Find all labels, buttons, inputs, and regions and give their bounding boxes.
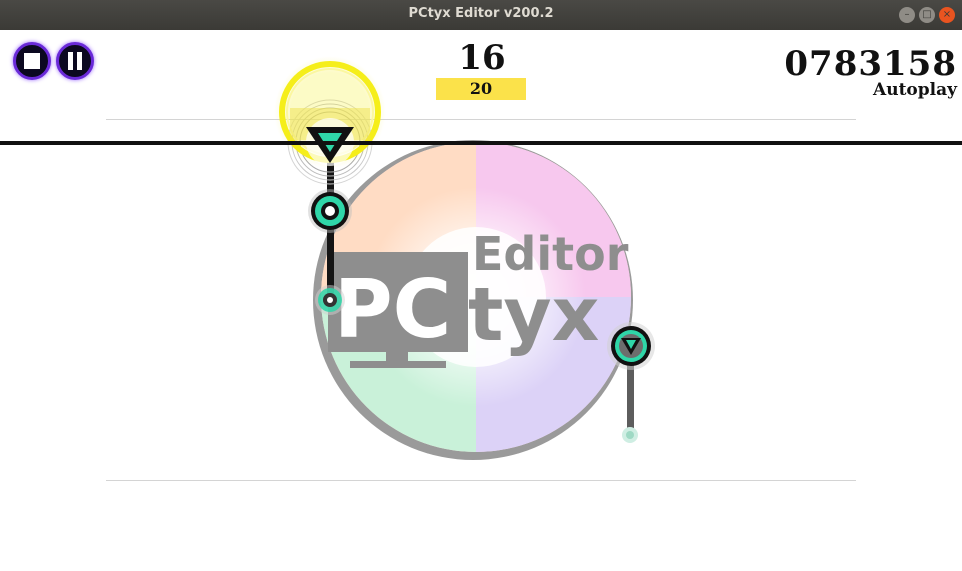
stop-button[interactable] (13, 42, 51, 80)
play-mode-label: Autoplay (873, 80, 957, 100)
maximize-button[interactable]: □ (919, 7, 935, 23)
title-bar: PCtyx Editor v200.2 – □ × (0, 0, 962, 30)
pause-button[interactable] (56, 42, 94, 80)
score-display: 0783158 (784, 44, 957, 84)
close-button[interactable]: × (939, 7, 955, 23)
logo-word-right: tyx (468, 272, 599, 358)
arrow-note-right (607, 322, 655, 443)
max-combo-badge: 20 (436, 78, 526, 100)
hold-note-tail (315, 285, 345, 315)
combo-counter: 16 (458, 38, 506, 78)
logo-word-left: PC (334, 263, 451, 356)
playfield: PC Editor tyx (274, 56, 655, 460)
hold-note-head (308, 189, 352, 233)
scan-line (0, 141, 962, 145)
window-title: PCtyx Editor v200.2 (408, 6, 554, 21)
pause-icon (68, 52, 82, 70)
stop-icon (24, 53, 40, 69)
minimize-button[interactable]: – (899, 7, 915, 23)
game-stage[interactable]: PC Editor tyx 16 20 0783158 Autoplay (0, 30, 962, 571)
